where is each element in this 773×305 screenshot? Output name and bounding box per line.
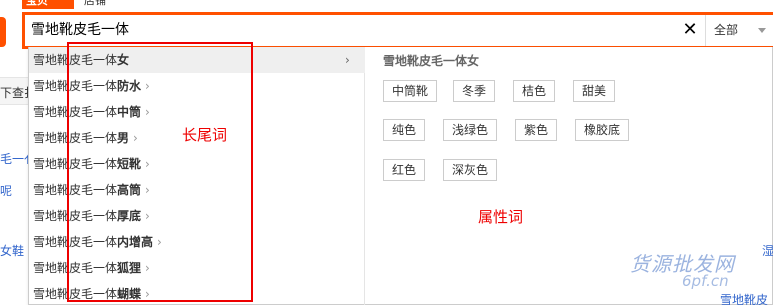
suggestion-suffix: 中筒 [117, 105, 142, 119]
suggestion-item[interactable]: 雪地靴皮毛一体高筒 › [29, 177, 365, 203]
attribute-tag[interactable]: 浅绿色 [443, 119, 498, 141]
search-input[interactable]: 雪地靴皮毛一体 [31, 15, 691, 46]
suggestion-prefix: 雪地靴皮毛一体 [33, 235, 118, 249]
suggestion-item[interactable]: 雪地靴皮毛一体蝴蝶 › [29, 281, 365, 305]
suggestion-suffix: 内增高 [117, 235, 154, 249]
attribute-tag[interactable]: 纯色 [383, 119, 426, 141]
chevron-right-icon: › [345, 53, 350, 67]
suggestion-item[interactable]: 雪地靴皮毛一体厚底 › [29, 203, 365, 229]
suggestion-suffix: 防水 [117, 79, 142, 93]
search-tabs: 宝贝 店铺 [22, 0, 116, 9]
result-link[interactable]: 湿 [762, 242, 773, 259]
chevron-right-icon: › [145, 157, 150, 171]
suggestion-item[interactable]: 雪地靴皮毛一体中筒 › [29, 99, 365, 125]
tab-items[interactable]: 宝贝 [22, 0, 74, 9]
suggestion-suffix: 厚底 [117, 209, 142, 223]
chevron-right-icon: › [145, 261, 150, 275]
chevron-right-icon: › [145, 209, 150, 223]
chevron-right-icon: › [133, 131, 138, 145]
clear-icon[interactable]: ✕ [681, 21, 699, 39]
suggestion-suffix: 女 [117, 53, 130, 67]
suggestion-prefix: 雪地靴皮毛一体 [33, 131, 118, 145]
attribute-annotation: 属性词 [478, 208, 524, 226]
result-link[interactable]: 雪地靴皮 [720, 291, 768, 305]
suggestion-list: 雪地靴皮毛一体女 › 雪地靴皮毛一体防水 › 雪地靴皮毛一体中筒 › 雪地靴皮毛一体… [29, 47, 365, 305]
suggestion-prefix: 雪地靴皮毛一体 [33, 287, 118, 301]
suggestion-prefix: 雪地靴皮毛一体 [33, 53, 118, 67]
suggestion-prefix: 雪地靴皮毛一体 [33, 79, 118, 93]
suggestion-item[interactable]: 雪地靴皮毛一体短靴 › [29, 151, 365, 177]
chevron-right-icon: › [145, 183, 150, 197]
search-scope-select[interactable]: 全部 [705, 15, 773, 46]
suggestion-suffix: 短靴 [117, 157, 142, 171]
chevron-down-icon [758, 28, 766, 33]
attribute-tag[interactable]: 橡胶底 [575, 119, 630, 141]
result-link[interactable]: 呢 [0, 182, 12, 199]
attribute-tag[interactable]: 中筒靴 [383, 80, 438, 102]
suggestion-prefix: 雪地靴皮毛一体 [33, 105, 118, 119]
chevron-right-icon: › [145, 105, 150, 119]
suggestion-item[interactable]: 雪地靴皮毛一体防水 › [29, 73, 365, 99]
watermark-url: 6pf.cn [682, 272, 729, 290]
suggestion-item[interactable]: 雪地靴皮毛一体内增高 › [29, 229, 365, 255]
suggestion-item[interactable]: 雪地靴皮毛一体狐狸 › [29, 255, 365, 281]
attribute-panel-title: 雪地靴皮毛一体女 [383, 54, 480, 68]
suggestion-item[interactable]: 雪地靴皮毛一体女 › [29, 47, 365, 73]
long-tail-annotation: 长尾词 [182, 126, 228, 144]
attribute-tag[interactable]: 桔色 [513, 80, 556, 102]
suggestion-suffix: 男 [117, 131, 130, 145]
suggestion-suffix: 蝴蝶 [117, 287, 142, 301]
logo[interactable] [0, 17, 6, 47]
attribute-tag[interactable]: 深灰色 [443, 159, 498, 181]
chevron-right-icon: › [145, 287, 150, 301]
suggestion-prefix: 雪地靴皮毛一体 [33, 209, 118, 223]
suggestion-suffix: 高筒 [117, 183, 142, 197]
chevron-right-icon: › [157, 235, 162, 249]
chevron-right-icon: › [145, 79, 150, 93]
scope-label: 全部 [714, 23, 739, 37]
suggestion-prefix: 雪地靴皮毛一体 [33, 157, 118, 171]
attribute-tag[interactable]: 红色 [383, 159, 426, 181]
suggestion-suffix: 狐狸 [117, 261, 142, 275]
search-bar: 雪地靴皮毛一体 ✕ 全部 [22, 12, 773, 49]
attribute-tag[interactable]: 甜美 [573, 80, 616, 102]
tab-shops[interactable]: 店铺 [74, 0, 116, 9]
attribute-tag[interactable]: 紫色 [515, 119, 558, 141]
suggestion-prefix: 雪地靴皮毛一体 [33, 183, 118, 197]
suggestion-prefix: 雪地靴皮毛一体 [33, 261, 118, 275]
attribute-tag[interactable]: 冬季 [453, 80, 496, 102]
result-link[interactable]: 女鞋 [0, 242, 24, 259]
